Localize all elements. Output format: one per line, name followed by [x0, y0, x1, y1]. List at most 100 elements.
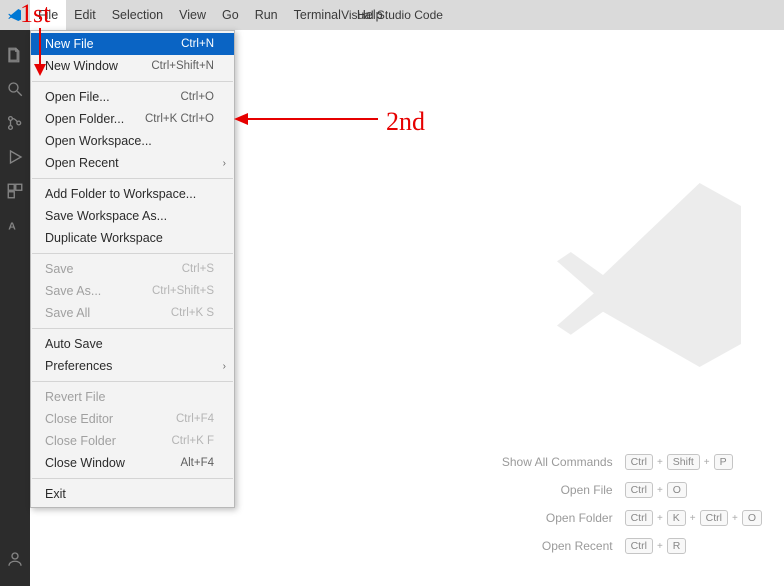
key-cap: P [714, 454, 733, 470]
title-bar: FileEditSelectionViewGoRunTerminalHelp V… [0, 0, 784, 30]
key-cap: O [742, 510, 762, 526]
menu-item-label: Exit [45, 487, 66, 501]
vscode-watermark-icon [534, 160, 764, 390]
file-menu-add-folder-to-workspace[interactable]: Add Folder to Workspace... [31, 183, 234, 205]
file-menu-revert-file: Revert File [31, 386, 234, 408]
menu-item-label: Close Folder [45, 434, 116, 448]
shortcut-label: Open File [502, 483, 613, 497]
shortcut-keys: Ctrl + Shift + P [625, 454, 762, 470]
menu-item-shortcut: Ctrl+F4 [176, 413, 214, 425]
plus-icon: + [657, 513, 663, 524]
source-control-icon[interactable] [0, 106, 30, 140]
menu-item-shortcut: Ctrl+S [182, 263, 214, 275]
plus-icon: + [657, 541, 663, 552]
menu-item-run[interactable]: Run [247, 0, 286, 30]
key-cap: Ctrl [625, 482, 653, 498]
menu-separator [32, 178, 233, 179]
file-menu-close-window[interactable]: Close Window Alt+F4 [31, 452, 234, 474]
menu-item-label: Close Editor [45, 412, 113, 426]
menu-item-file[interactable]: File [30, 0, 66, 30]
file-menu-open-workspace[interactable]: Open Workspace... [31, 130, 234, 152]
menu-separator [32, 328, 233, 329]
shortcut-label: Open Recent [502, 539, 613, 553]
menu-item-shortcut: Ctrl+Shift+N [151, 60, 214, 72]
file-menu-preferences[interactable]: Preferences › [31, 355, 234, 377]
file-menu-open-recent[interactable]: Open Recent› [31, 152, 234, 174]
file-menu-close-folder: Close Folder Ctrl+K F [31, 430, 234, 452]
file-menu-auto-save[interactable]: Auto Save [31, 333, 234, 355]
menu-item-label: Preferences [45, 359, 112, 373]
chevron-right-icon: › [223, 361, 226, 372]
extensions-icon[interactable] [0, 174, 30, 208]
menu-item-go[interactable]: Go [214, 0, 247, 30]
menu-bar: FileEditSelectionViewGoRunTerminalHelp [30, 0, 391, 30]
menu-separator [32, 253, 233, 254]
menu-item-selection[interactable]: Selection [104, 0, 171, 30]
menu-item-label: Save As... [45, 284, 101, 298]
key-cap: R [667, 538, 687, 554]
menu-item-label: Open Workspace... [45, 134, 152, 148]
menu-item-label: Open File... [45, 90, 110, 104]
menu-item-shortcut: Ctrl+K F [172, 435, 215, 447]
run-debug-icon[interactable] [0, 140, 30, 174]
welcome-shortcuts: Show All Commands Ctrl + Shift + P Open File Ct… [502, 454, 762, 554]
search-icon[interactable] [0, 72, 30, 106]
menu-item-label: Save Workspace As... [45, 209, 167, 223]
file-menu-new-window[interactable]: New Window Ctrl+Shift+N [31, 55, 234, 77]
shortcut-label: Open Folder [502, 511, 613, 525]
menu-item-view[interactable]: View [171, 0, 214, 30]
plus-icon: + [732, 513, 738, 524]
menu-item-label: Duplicate Workspace [45, 231, 163, 245]
files-icon[interactable] [0, 38, 30, 72]
menu-item-edit[interactable]: Edit [66, 0, 104, 30]
activity-bar: A [0, 30, 30, 586]
file-menu-open-file[interactable]: Open File... Ctrl+O [31, 86, 234, 108]
menu-item-label: Open Folder... [45, 112, 124, 126]
file-menu-duplicate-workspace[interactable]: Duplicate Workspace [31, 227, 234, 249]
plus-icon: + [657, 457, 663, 468]
file-menu-open-folder[interactable]: Open Folder... Ctrl+K Ctrl+O [31, 108, 234, 130]
menu-item-label: Close Window [45, 456, 125, 470]
menu-separator [32, 381, 233, 382]
menu-item-shortcut: Alt+F4 [180, 457, 214, 469]
key-cap: O [667, 482, 687, 498]
menu-separator [32, 478, 233, 479]
menu-item-label: New Window [45, 59, 118, 73]
file-menu-new-file[interactable]: New File Ctrl+N [31, 33, 234, 55]
shortcut-label: Show All Commands [502, 455, 613, 469]
menu-item-label: Save [45, 262, 74, 276]
file-menu-exit[interactable]: Exit [31, 483, 234, 505]
menu-item-label: New File [45, 37, 94, 51]
plus-icon: + [657, 485, 663, 496]
shortcut-keys: Ctrl+K+Ctrl+O [625, 510, 762, 526]
menu-item-shortcut: Ctrl+Shift+S [152, 285, 214, 297]
shortcut-keys: Ctrl + O [625, 482, 762, 498]
menu-item-label: Auto Save [45, 337, 103, 351]
ai-icon[interactable]: A [0, 208, 30, 242]
menu-item-label: Open Recent [45, 156, 119, 170]
key-cap: K [667, 510, 686, 526]
key-cap: Shift [667, 454, 700, 470]
menu-item-shortcut: Ctrl+N [181, 38, 214, 50]
file-menu-save: Save Ctrl+S [31, 258, 234, 280]
key-cap: Ctrl [625, 538, 653, 554]
plus-icon: + [690, 513, 696, 524]
key-cap: Ctrl [625, 454, 653, 470]
menu-item-shortcut: Ctrl+K Ctrl+O [145, 113, 214, 125]
menu-item-terminal[interactable]: Terminal [286, 0, 349, 30]
file-menu-save-all: Save All Ctrl+K S [31, 302, 234, 324]
window-title: Visual Studio Code [341, 8, 443, 22]
file-menu-save-workspace-as[interactable]: Save Workspace As... [31, 205, 234, 227]
app-icon [0, 7, 30, 23]
svg-text:A: A [8, 221, 16, 233]
menu-item-label: Save All [45, 306, 90, 320]
menu-item-shortcut: Ctrl+O [180, 91, 214, 103]
menu-separator [32, 81, 233, 82]
file-menu-dropdown: New File Ctrl+N New Window Ctrl+Shift+N Open… [30, 30, 235, 508]
shortcut-keys: Ctrl + R [625, 538, 762, 554]
menu-item-shortcut: Ctrl+K S [171, 307, 214, 319]
plus-icon: + [704, 457, 710, 468]
key-cap: Ctrl [700, 510, 728, 526]
menu-item-label: Add Folder to Workspace... [45, 187, 196, 201]
account-icon[interactable] [0, 542, 30, 576]
